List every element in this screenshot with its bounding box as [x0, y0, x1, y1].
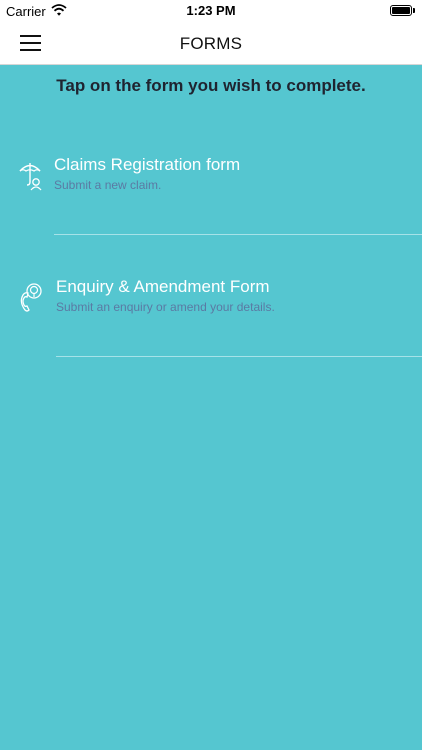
- battery-level: [392, 7, 410, 14]
- status-time: 1:23 PM: [186, 3, 236, 18]
- form-item-subtitle: Submit an enquiry or amend your details.: [56, 300, 275, 314]
- page-title: FORMS: [179, 34, 243, 53]
- battery-icon: [390, 5, 412, 16]
- form-item-claims-registration[interactable]: Claims Registration form Submit a new cl…: [0, 145, 422, 255]
- form-item-enquiry-amendment[interactable]: Enquiry & Amendment Form Submit an enqui…: [0, 267, 422, 377]
- status-bar: Carrier 1:23 PM: [0, 0, 422, 22]
- battery-cap: [413, 8, 415, 13]
- umbrella-icon: [19, 163, 42, 191]
- divider: [56, 356, 422, 357]
- navigation-bar: FORMS: [0, 22, 422, 65]
- instruction-text: Tap on the form you wish to complete.: [56, 76, 366, 95]
- phone-location-icon: [20, 283, 42, 312]
- form-item-title: Enquiry & Amendment Form: [56, 277, 270, 296]
- divider: [54, 234, 422, 235]
- form-item-subtitle: Submit a new claim.: [54, 178, 162, 192]
- form-item-title: Claims Registration form: [54, 155, 241, 174]
